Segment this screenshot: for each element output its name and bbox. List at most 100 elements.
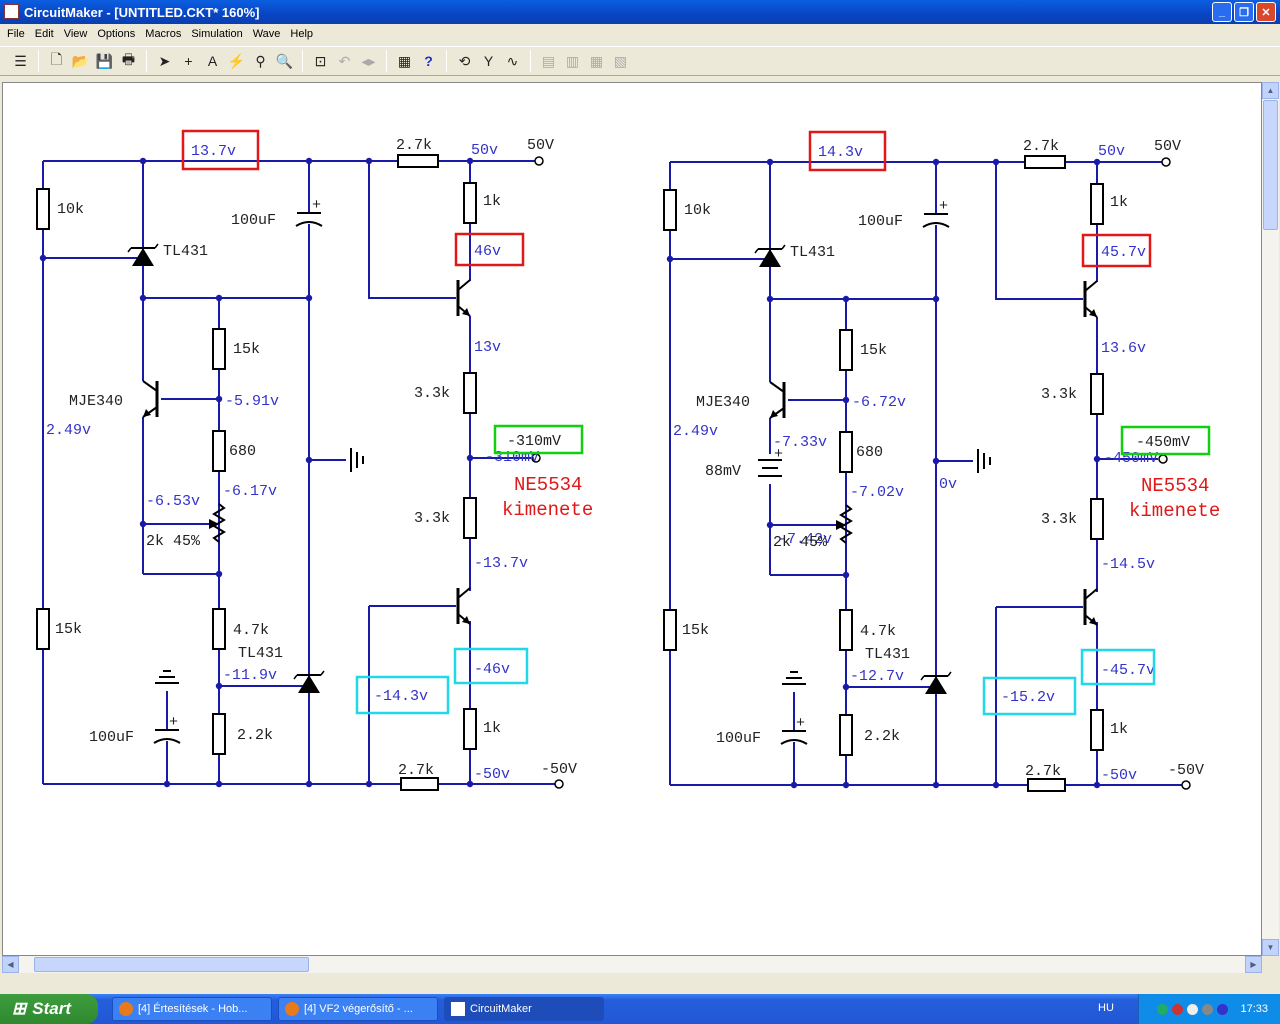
firefox-icon — [285, 1002, 299, 1016]
text-icon[interactable]: A — [202, 51, 223, 72]
component-line — [781, 244, 786, 250]
label-r15k: 15k — [860, 342, 887, 359]
schematic-canvas[interactable]: 13.7v 2.7k 50v 50V 10k TL431 100uF +1k 46v 15k MJE… — [2, 82, 1262, 956]
label-v249: 2.49v — [46, 422, 91, 439]
scroll-down-button[interactable]: ▼ — [1262, 939, 1279, 956]
junction-node — [215, 682, 223, 690]
junction-node — [215, 294, 223, 302]
vertical-scrollbar[interactable]: ▲ ▼ — [1262, 82, 1279, 956]
label-q1: MJE340 — [696, 394, 750, 411]
zoom-icon[interactable]: 🔍 — [274, 51, 295, 72]
terminal — [554, 779, 564, 789]
pcb2-icon[interactable]: ▥ — [562, 51, 583, 72]
resistor — [663, 609, 677, 651]
menu-file[interactable]: File — [2, 28, 30, 40]
task-firefox-2[interactable]: [4] VF2 végerősítő - ... — [278, 997, 438, 1021]
horizontal-scrollbar[interactable]: ◀ ▶ — [2, 956, 1262, 973]
language-indicator[interactable]: HU — [1098, 1002, 1114, 1014]
system-tray: 17:33 — [1138, 994, 1280, 1024]
toolbar-separator — [386, 50, 387, 72]
menu-edit[interactable]: Edit — [30, 28, 59, 40]
label-v-coll2: -46v — [474, 661, 510, 678]
print-icon[interactable]: 🖶 — [118, 51, 139, 72]
label-tl2: TL431 — [865, 646, 910, 663]
shield-icon[interactable] — [1172, 1003, 1184, 1015]
label-pot: 2k 45% — [773, 534, 828, 551]
junction-node — [215, 395, 223, 403]
menu-macros[interactable]: Macros — [140, 28, 186, 40]
circuit-1: 13.7v 2.7k 50v 50V 10k TL431 100uF + 1k 46v 15k MJE… — [36, 129, 593, 791]
junction-node — [842, 396, 850, 404]
resistor — [1024, 155, 1066, 169]
netlist-icon[interactable]: ▦ — [394, 51, 415, 72]
task-firefox-1[interactable]: [4] Értesítések - Hob... — [112, 997, 272, 1021]
resistor — [36, 608, 50, 650]
pcb3-icon[interactable]: ▦ — [586, 51, 607, 72]
component-line — [947, 671, 952, 677]
wand-icon[interactable]: ⚲ — [250, 51, 271, 72]
junction-node — [39, 254, 47, 262]
tray-icon[interactable] — [1157, 1003, 1169, 1015]
component-line — [127, 247, 132, 253]
maximize-button[interactable]: ❐ — [1234, 2, 1254, 22]
component-line — [293, 674, 298, 680]
menu-wave[interactable]: Wave — [248, 28, 286, 40]
save-icon[interactable]: 💾 — [94, 51, 115, 72]
minimize-button[interactable]: _ — [1212, 2, 1232, 22]
reset-icon[interactable]: ⟲ — [454, 51, 475, 72]
wire-icon[interactable]: + — [178, 51, 199, 72]
resistor — [1090, 373, 1104, 415]
scroll-left-button[interactable]: ◀ — [2, 956, 19, 973]
probe-icon[interactable]: ⚡ — [226, 51, 247, 72]
menu-simulation[interactable]: Simulation — [186, 28, 247, 40]
fit-icon[interactable]: ⊡ — [310, 51, 331, 72]
terminal — [534, 156, 544, 166]
label-v-tl2: -12.7v — [850, 668, 904, 685]
menu-view[interactable]: View — [59, 28, 93, 40]
component-line — [754, 248, 759, 254]
label-ne1: NE5534 — [514, 474, 582, 496]
menu-bar: File Edit View Options Macros Simulation… — [0, 24, 1280, 44]
bluetooth-icon[interactable] — [1217, 1003, 1229, 1015]
scroll-up-button[interactable]: ▲ — [1262, 82, 1279, 99]
arrow-icon[interactable]: ➤ — [154, 51, 175, 72]
help-icon[interactable]: ? — [418, 51, 439, 72]
run-icon[interactable]: ∿ — [502, 51, 523, 72]
label-cplus: + — [939, 198, 948, 215]
label-v-680: -7.02v — [850, 484, 904, 501]
start-button[interactable]: ⊞ Start — [0, 994, 98, 1024]
menu-help[interactable]: Help — [285, 28, 318, 40]
volume-icon[interactable] — [1187, 1003, 1199, 1015]
rotate-icon[interactable]: ↶ — [334, 51, 355, 72]
vertical-scroll-thumb[interactable] — [1263, 100, 1278, 230]
horizontal-scroll-thumb[interactable] — [34, 957, 309, 972]
mirror-icon[interactable]: ◂▸ — [358, 51, 379, 72]
label-c2: 100uF — [89, 729, 134, 746]
tools-icon[interactable]: Y — [478, 51, 499, 72]
label-v-ref: 13.7v — [191, 143, 236, 160]
junction-node — [305, 157, 313, 165]
schematic[interactable]: 13.7v 2.7k 50v 50V 10k TL431 100uF + 1k 46v 15k MJE… — [3, 83, 1263, 957]
scroll-right-button[interactable]: ▶ — [1245, 956, 1262, 973]
junction-node — [365, 780, 373, 788]
label-r22: 2.2k — [864, 728, 900, 745]
junction-node — [305, 294, 313, 302]
label-bat: 88mV — [705, 463, 741, 480]
close-button[interactable]: ✕ — [1256, 2, 1276, 22]
junction-node — [305, 780, 313, 788]
label-r680: 680 — [229, 443, 256, 460]
pcb4-icon[interactable]: ▧ — [610, 51, 631, 72]
new-icon[interactable]: 🗋 — [46, 51, 67, 72]
parts-icon[interactable]: ☰ — [10, 51, 31, 72]
component-line — [154, 243, 159, 249]
menu-options[interactable]: Options — [92, 28, 140, 40]
open-icon[interactable]: 📂 — [70, 51, 91, 72]
task-circuitmaker[interactable]: CircuitMaker — [444, 997, 604, 1021]
pcb1-icon[interactable]: ▤ — [538, 51, 559, 72]
junction-node — [139, 157, 147, 165]
label-c2: 100uF — [716, 730, 761, 747]
network-icon[interactable] — [1202, 1003, 1214, 1015]
label-r33b: 3.3k — [1041, 511, 1077, 528]
label-r47: 4.7k — [233, 622, 269, 639]
label-r33a: 3.3k — [1041, 386, 1077, 403]
